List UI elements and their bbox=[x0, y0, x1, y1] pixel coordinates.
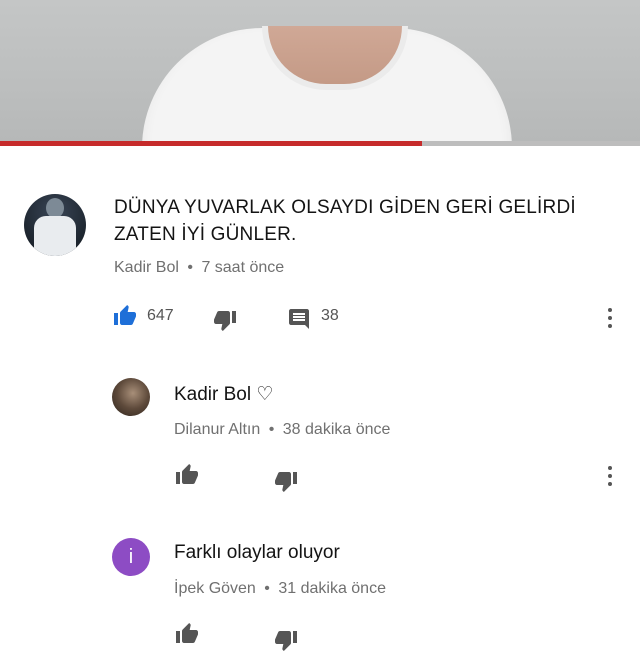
reply-author[interactable]: İpek Göven bbox=[174, 580, 256, 597]
video-player[interactable] bbox=[0, 0, 640, 143]
video-progress-fill bbox=[0, 141, 423, 146]
comment-author[interactable]: Kadir Bol bbox=[114, 259, 179, 276]
reply-author[interactable]: Dilanur Altın bbox=[174, 421, 260, 438]
comment-text-line: DÜNYA YUVARLAK OLSAYDI GİDEN GERİ GELİRD… bbox=[114, 197, 576, 218]
more-vert-icon[interactable] bbox=[607, 308, 613, 330]
thumbs-up-icon[interactable] bbox=[112, 304, 138, 328]
reply-time: 31 dakika önce bbox=[278, 580, 386, 597]
thumbs-up-icon[interactable] bbox=[174, 463, 200, 487]
reply-meta: Dilanur Altın • 38 dakika önce bbox=[174, 421, 390, 439]
thumbs-up-icon[interactable] bbox=[174, 622, 200, 646]
like-count: 647 bbox=[147, 307, 174, 324]
reply-text: Kadir Bol ♡ bbox=[174, 384, 274, 405]
comment-text: DÜNYA YUVARLAK OLSAYDI GİDEN GERİ GELİRD… bbox=[114, 194, 604, 248]
meta-separator: • bbox=[264, 580, 270, 597]
comment-time: 7 saat önce bbox=[201, 259, 285, 276]
avatar[interactable] bbox=[112, 378, 150, 416]
more-vert-icon[interactable] bbox=[607, 466, 613, 488]
avatar-letter: i bbox=[128, 545, 134, 568]
thumbs-down-icon[interactable] bbox=[273, 628, 299, 652]
reply-text: Farklı olaylar oluyor bbox=[174, 542, 340, 563]
reply-time: 38 dakika önce bbox=[282, 421, 391, 438]
comment-text-line: ZATEN İYİ GÜNLER. bbox=[114, 224, 297, 245]
avatar[interactable]: i bbox=[112, 538, 150, 576]
meta-separator: • bbox=[187, 259, 193, 276]
video-progress-bar[interactable] bbox=[0, 141, 640, 146]
comment-icon[interactable] bbox=[287, 307, 313, 331]
comment-meta: Kadir Bol • 7 saat önce bbox=[114, 259, 284, 277]
avatar[interactable] bbox=[24, 194, 86, 256]
reply-meta: İpek Göven • 31 dakika önce bbox=[174, 580, 386, 598]
thumbs-down-icon[interactable] bbox=[273, 469, 299, 493]
reply-count[interactable]: 38 bbox=[321, 307, 339, 325]
meta-separator: • bbox=[268, 421, 275, 438]
thumbs-down-icon[interactable] bbox=[212, 308, 238, 332]
